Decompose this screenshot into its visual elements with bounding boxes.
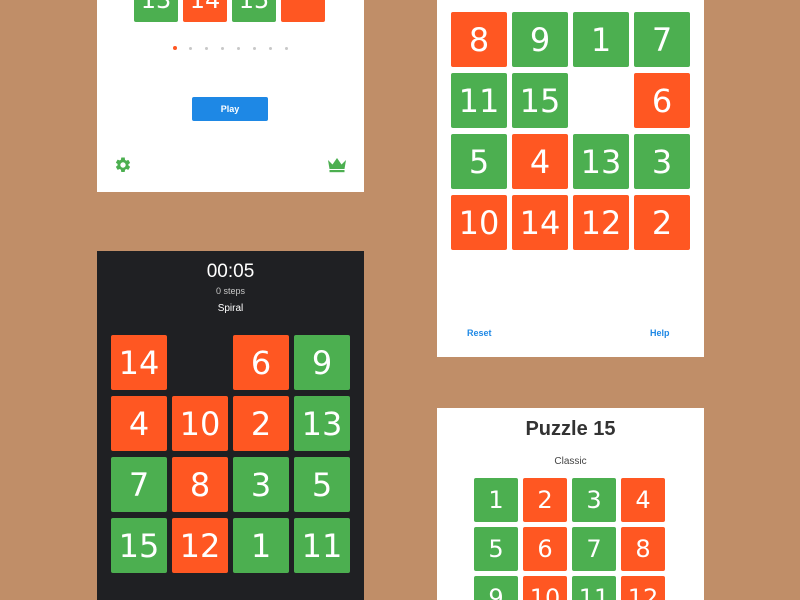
puzzle-tile[interactable]: 6 — [233, 335, 289, 390]
puzzle-tile[interactable]: 11 — [294, 518, 350, 573]
puzzle-tile[interactable]: 7 — [634, 12, 690, 67]
puzzle-tile[interactable]: 2 — [233, 396, 289, 451]
mode-label: Classic — [554, 456, 587, 467]
puzzle-tile[interactable]: 7 — [572, 527, 616, 571]
puzzle-tile[interactable]: 1 — [474, 478, 518, 522]
puzzle-tile[interactable]: 11 — [451, 73, 507, 128]
puzzle-tile[interactable]: 12 — [621, 576, 665, 600]
puzzle-tile[interactable]: 3 — [233, 457, 289, 512]
puzzle-tile[interactable]: 13 — [573, 134, 629, 189]
puzzle-tile[interactable]: 5 — [451, 134, 507, 189]
puzzle-tile[interactable]: 5 — [294, 457, 350, 512]
puzzle-tile[interactable]: 9 — [512, 12, 568, 67]
puzzle-tile[interactable]: 2 — [634, 195, 690, 250]
puzzle-tile[interactable] — [281, 0, 325, 22]
puzzle-tile[interactable]: 12 — [573, 195, 629, 250]
page-dot[interactable] — [189, 47, 192, 50]
puzzle-tile[interactable]: 10 — [523, 576, 567, 600]
puzzle-tile[interactable]: 14 — [111, 335, 167, 390]
puzzle-tile[interactable]: 4 — [512, 134, 568, 189]
page-dot[interactable] — [253, 47, 256, 50]
page-dot[interactable] — [285, 47, 288, 50]
mode-label: Spiral — [217, 303, 244, 314]
puzzle-tile[interactable]: 14 — [512, 195, 568, 250]
puzzle-tile[interactable]: 3 — [634, 134, 690, 189]
puzzle-tile[interactable]: 5 — [474, 527, 518, 571]
page-dot[interactable] — [173, 46, 177, 50]
puzzle-tile[interactable]: 8 — [172, 457, 228, 512]
timer-display: 00:05 — [206, 261, 255, 282]
puzzle-tile[interactable]: 15 — [232, 0, 276, 22]
puzzle-tile[interactable]: 10 — [451, 195, 507, 250]
puzzle-tile[interactable]: 9 — [294, 335, 350, 390]
gear-icon[interactable] — [114, 156, 132, 174]
puzzle-tile[interactable]: 9 — [474, 576, 518, 600]
dark-game-card: 00:05 0 steps Spiral 14 6 9 4 10 2 13 7 8 3 5 15 12 1… — [97, 251, 364, 600]
page-title: Puzzle 15 — [525, 418, 616, 440]
puzzle-tile[interactable]: 8 — [451, 12, 507, 67]
puzzle-tile[interactable]: 1 — [573, 12, 629, 67]
puzzle-tile[interactable]: 12 — [172, 518, 228, 573]
puzzle-tile[interactable]: 13 — [134, 0, 178, 22]
puzzle-tile[interactable]: 2 — [523, 478, 567, 522]
play-button[interactable]: Play — [192, 97, 268, 121]
puzzle-tile[interactable]: 15 — [512, 73, 568, 128]
page-dot[interactable] — [269, 47, 272, 50]
steps-counter: 0 steps — [215, 286, 246, 296]
puzzle-tile[interactable]: 14 — [183, 0, 227, 22]
puzzle-tile[interactable]: 7 — [111, 457, 167, 512]
classic-card: Puzzle 15 Classic 1 2 3 4 5 6 7 8 9 10 11 12 — [437, 408, 704, 600]
puzzle-tile[interactable]: 8 — [621, 527, 665, 571]
empty-slot — [172, 335, 228, 390]
puzzle-tile[interactable]: 6 — [523, 527, 567, 571]
puzzle-tile[interactable]: 1 — [233, 518, 289, 573]
page-dot[interactable] — [205, 47, 208, 50]
puzzle-tile[interactable]: 4 — [621, 478, 665, 522]
menu-card: 13 14 15 Play — [97, 0, 364, 192]
help-button[interactable]: Help — [650, 328, 670, 338]
page-dot[interactable] — [237, 47, 240, 50]
empty-slot — [573, 73, 629, 128]
game-card: 8 9 1 7 11 15 6 5 4 13 3 10 14 12 2 Reset Help — [437, 0, 704, 357]
page-dot[interactable] — [221, 47, 224, 50]
puzzle-tile[interactable]: 3 — [572, 478, 616, 522]
puzzle-tile[interactable]: 13 — [294, 396, 350, 451]
puzzle-tile[interactable]: 11 — [572, 576, 616, 600]
puzzle-tile[interactable]: 4 — [111, 396, 167, 451]
puzzle-tile[interactable]: 15 — [111, 518, 167, 573]
puzzle-tile[interactable]: 6 — [634, 73, 690, 128]
reset-button[interactable]: Reset — [467, 328, 492, 338]
crown-icon[interactable] — [327, 157, 347, 173]
puzzle-tile[interactable]: 10 — [172, 396, 228, 451]
